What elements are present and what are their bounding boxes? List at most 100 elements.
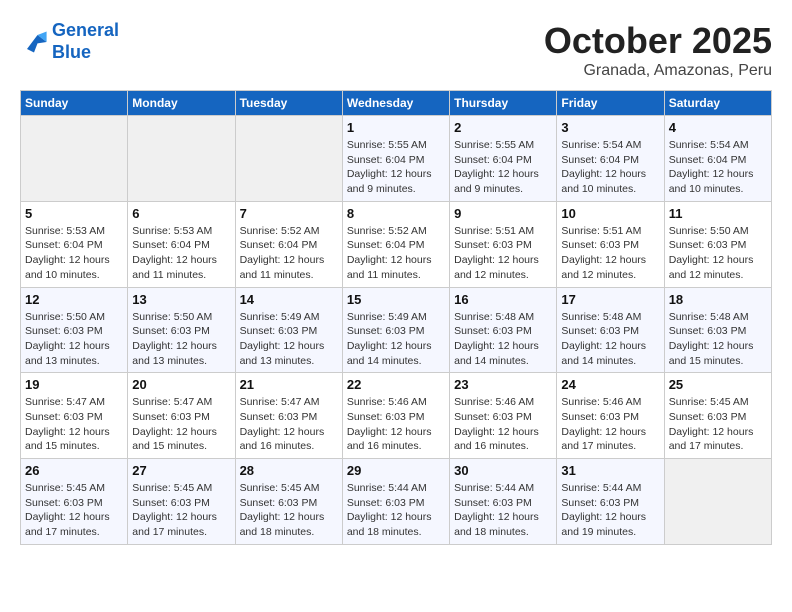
day-number: 21: [240, 377, 338, 392]
table-row: 20Sunrise: 5:47 AMSunset: 6:03 PMDayligh…: [128, 373, 235, 459]
day-number: 20: [132, 377, 230, 392]
table-row: [128, 116, 235, 202]
table-row: 3 Sunrise: 5:54 AMSunset: 6:04 PMDaylight…: [557, 116, 664, 202]
day-info: Sunrise: 5:44 AMSunset: 6:03 PMDaylight:…: [454, 481, 552, 540]
day-info: Sunrise: 5:53 AMSunset: 6:04 PMDaylight:…: [25, 224, 123, 283]
day-info: Sunrise: 5:46 AMSunset: 6:03 PMDaylight:…: [454, 395, 552, 454]
table-row: 25 Sunrise: 5:45 AMSunset: 6:03 PMDayligh…: [664, 373, 771, 459]
day-number: 4: [669, 120, 767, 135]
day-info: Sunrise: 5:48 AMSunset: 6:03 PMDaylight:…: [669, 310, 767, 369]
day-number: 8: [347, 206, 445, 221]
calendar-week-row: 19 Sunrise: 5:47 AMSunset: 6:03 PMDayligh…: [21, 373, 772, 459]
day-info: Sunrise: 5:49 AMSunset: 6:03 PMDaylight:…: [240, 310, 338, 369]
day-number: 3: [561, 120, 659, 135]
calendar-week-row: 1 Sunrise: 5:55 AMSunset: 6:04 PMDaylight…: [21, 116, 772, 202]
table-row: 21Sunrise: 5:47 AMSunset: 6:03 PMDayligh…: [235, 373, 342, 459]
day-info: Sunrise: 5:50 AMSunset: 6:03 PMDaylight:…: [25, 310, 123, 369]
table-row: 18 Sunrise: 5:48 AMSunset: 6:03 PMDayligh…: [664, 287, 771, 373]
day-info: Sunrise: 5:48 AMSunset: 6:03 PMDaylight:…: [561, 310, 659, 369]
col-saturday: Saturday: [664, 91, 771, 116]
table-row: 16 Sunrise: 5:48 AMSunset: 6:03 PMDayligh…: [450, 287, 557, 373]
table-row: 5Sunrise: 5:53 AMSunset: 6:04 PMDaylight…: [21, 201, 128, 287]
table-row: 27 Sunrise: 5:45 AMSunset: 6:03 PMDayligh…: [128, 459, 235, 545]
day-number: 28: [240, 463, 338, 478]
col-thursday: Thursday: [450, 91, 557, 116]
day-info: Sunrise: 5:45 AMSunset: 6:03 PMDaylight:…: [669, 395, 767, 454]
day-info: Sunrise: 5:53 AMSunset: 6:04 PMDaylight:…: [132, 224, 230, 283]
day-info: Sunrise: 5:44 AMSunset: 6:03 PMDaylight:…: [561, 481, 659, 540]
logo-icon: [20, 28, 48, 56]
table-row: 2 Sunrise: 5:55 AMSunset: 6:04 PMDaylight…: [450, 116, 557, 202]
day-info: Sunrise: 5:45 AMSunset: 6:03 PMDaylight:…: [25, 481, 123, 540]
table-row: 9 Sunrise: 5:51 AMSunset: 6:03 PMDaylight…: [450, 201, 557, 287]
day-info: Sunrise: 5:46 AMSunset: 6:03 PMDaylight:…: [347, 395, 445, 454]
day-number: 10: [561, 206, 659, 221]
calendar-week-row: 12 Sunrise: 5:50 AMSunset: 6:03 PMDayligh…: [21, 287, 772, 373]
logo: General Blue: [20, 20, 119, 63]
table-row: 17 Sunrise: 5:48 AMSunset: 6:03 PMDayligh…: [557, 287, 664, 373]
day-number: 31: [561, 463, 659, 478]
table-row: 14Sunrise: 5:49 AMSunset: 6:03 PMDayligh…: [235, 287, 342, 373]
table-row: 4Sunrise: 5:54 AMSunset: 6:04 PMDaylight…: [664, 116, 771, 202]
table-row: 30 Sunrise: 5:44 AMSunset: 6:03 PMDayligh…: [450, 459, 557, 545]
day-number: 16: [454, 292, 552, 307]
day-info: Sunrise: 5:48 AMSunset: 6:03 PMDaylight:…: [454, 310, 552, 369]
calendar-table: Sunday Monday Tuesday Wednesday Thursday…: [20, 90, 772, 545]
table-row: [235, 116, 342, 202]
col-friday: Friday: [557, 91, 664, 116]
table-row: 11 Sunrise: 5:50 AMSunset: 6:03 PMDayligh…: [664, 201, 771, 287]
calendar-week-row: 26 Sunrise: 5:45 AMSunset: 6:03 PMDayligh…: [21, 459, 772, 545]
day-info: Sunrise: 5:46 AMSunset: 6:03 PMDaylight:…: [561, 395, 659, 454]
table-row: 15Sunrise: 5:49 AMSunset: 6:03 PMDayligh…: [342, 287, 449, 373]
day-info: Sunrise: 5:51 AMSunset: 6:03 PMDaylight:…: [561, 224, 659, 283]
day-info: Sunrise: 5:51 AMSunset: 6:03 PMDaylight:…: [454, 224, 552, 283]
day-number: 9: [454, 206, 552, 221]
day-number: 27: [132, 463, 230, 478]
day-info: Sunrise: 5:47 AMSunset: 6:03 PMDaylight:…: [25, 395, 123, 454]
logo-text: General Blue: [52, 20, 119, 63]
day-info: Sunrise: 5:44 AMSunset: 6:03 PMDaylight:…: [347, 481, 445, 540]
day-number: 26: [25, 463, 123, 478]
table-row: 13 Sunrise: 5:50 AMSunset: 6:03 PMDayligh…: [128, 287, 235, 373]
day-number: 19: [25, 377, 123, 392]
table-row: 31 Sunrise: 5:44 AMSunset: 6:03 PMDayligh…: [557, 459, 664, 545]
day-number: 12: [25, 292, 123, 307]
col-tuesday: Tuesday: [235, 91, 342, 116]
day-number: 23: [454, 377, 552, 392]
day-number: 30: [454, 463, 552, 478]
day-info: Sunrise: 5:54 AMSunset: 6:04 PMDaylight:…: [561, 138, 659, 197]
day-number: 6: [132, 206, 230, 221]
day-info: Sunrise: 5:55 AMSunset: 6:04 PMDaylight:…: [454, 138, 552, 197]
day-info: Sunrise: 5:50 AMSunset: 6:03 PMDaylight:…: [132, 310, 230, 369]
table-row: 10 Sunrise: 5:51 AMSunset: 6:03 PMDayligh…: [557, 201, 664, 287]
day-info: Sunrise: 5:45 AMSunset: 6:03 PMDaylight:…: [132, 481, 230, 540]
day-number: 15: [347, 292, 445, 307]
day-info: Sunrise: 5:50 AMSunset: 6:03 PMDaylight:…: [669, 224, 767, 283]
table-row: [21, 116, 128, 202]
day-number: 13: [132, 292, 230, 307]
table-row: 1 Sunrise: 5:55 AMSunset: 6:04 PMDaylight…: [342, 116, 449, 202]
location-subtitle: Granada, Amazonas, Peru: [544, 62, 772, 80]
day-number: 24: [561, 377, 659, 392]
title-block: October 2025 Granada, Amazonas, Peru: [544, 20, 772, 80]
page-header: General Blue October 2025 Granada, Amazo…: [20, 20, 772, 80]
day-info: Sunrise: 5:55 AMSunset: 6:04 PMDaylight:…: [347, 138, 445, 197]
day-number: 11: [669, 206, 767, 221]
table-row: 8 Sunrise: 5:52 AMSunset: 6:04 PMDaylight…: [342, 201, 449, 287]
day-number: 17: [561, 292, 659, 307]
table-row: 12 Sunrise: 5:50 AMSunset: 6:03 PMDayligh…: [21, 287, 128, 373]
day-info: Sunrise: 5:45 AMSunset: 6:03 PMDaylight:…: [240, 481, 338, 540]
day-number: 7: [240, 206, 338, 221]
table-row: 7Sunrise: 5:52 AMSunset: 6:04 PMDaylight…: [235, 201, 342, 287]
day-number: 18: [669, 292, 767, 307]
day-number: 1: [347, 120, 445, 135]
calendar-header-row: Sunday Monday Tuesday Wednesday Thursday…: [21, 91, 772, 116]
day-number: 25: [669, 377, 767, 392]
day-number: 29: [347, 463, 445, 478]
day-number: 22: [347, 377, 445, 392]
day-info: Sunrise: 5:52 AMSunset: 6:04 PMDaylight:…: [347, 224, 445, 283]
table-row: [664, 459, 771, 545]
table-row: 23 Sunrise: 5:46 AMSunset: 6:03 PMDayligh…: [450, 373, 557, 459]
day-number: 2: [454, 120, 552, 135]
table-row: 26 Sunrise: 5:45 AMSunset: 6:03 PMDayligh…: [21, 459, 128, 545]
